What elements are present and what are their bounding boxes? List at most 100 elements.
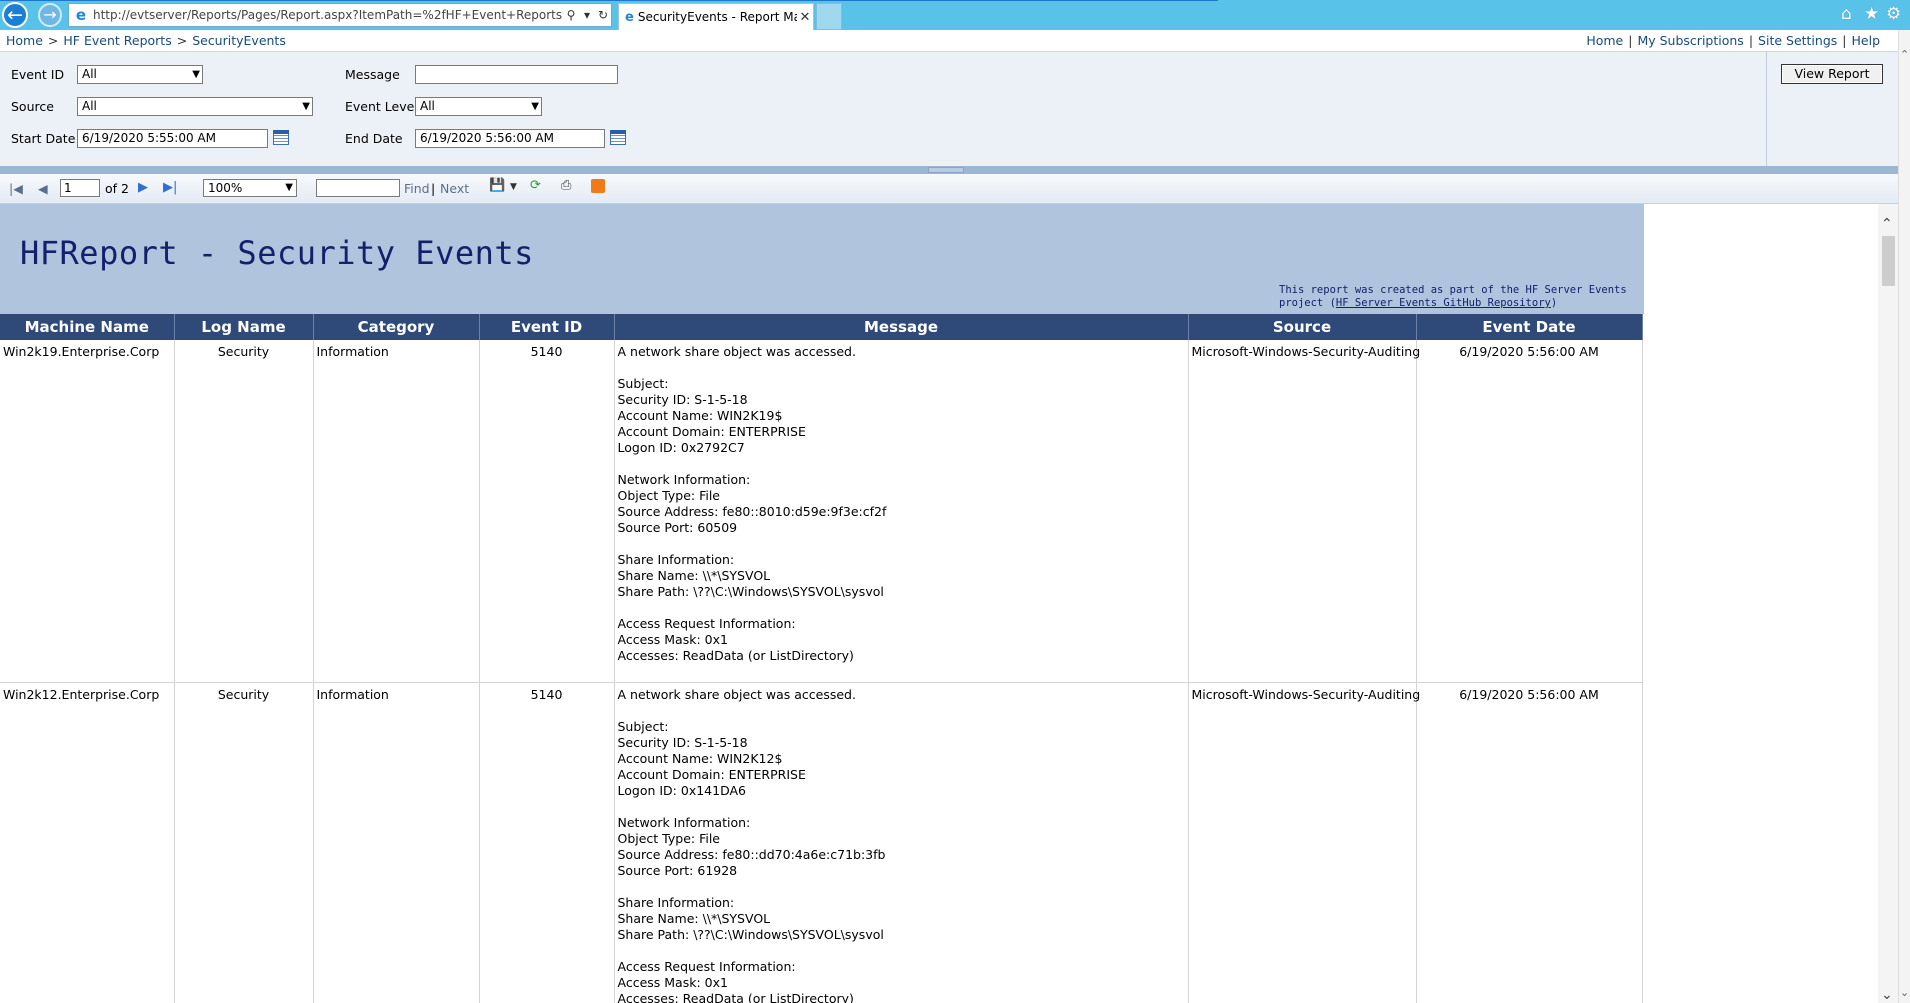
close-tab-icon[interactable]: ✕ — [797, 10, 813, 25]
message-line: Network Information: — [617, 472, 751, 487]
print-icon[interactable]: ⎙ — [561, 178, 571, 193]
favorites-star-icon[interactable]: ★ — [1864, 4, 1879, 24]
next-link[interactable]: Next — [440, 181, 469, 196]
export-dropdown-icon[interactable]: ▼ — [510, 182, 517, 192]
cell-message: A network share object was accessed. Subj… — [614, 340, 1189, 683]
message-input[interactable] — [415, 65, 618, 84]
address-bar[interactable]: e http://evtserver/Reports/Pages/Report.… — [68, 3, 612, 27]
home-icon[interactable]: ⌂ — [1841, 4, 1852, 24]
message-line: Source Address: fe80::dd70:4a6e:c71b:3fb — [617, 847, 886, 862]
cell-event-id: 5140 — [479, 682, 615, 1003]
column-header: Source — [1188, 314, 1417, 340]
message-line: Share Name: \\*\SYSVOL — [617, 568, 771, 583]
message-line: Access Request Information: — [617, 959, 796, 974]
tab-title: SecurityEvents - Report Ma... — [637, 10, 797, 24]
message-label: Message — [345, 67, 400, 82]
message-line: Network Information: — [617, 815, 751, 830]
event-id-label: Event ID — [11, 67, 65, 82]
message-line: Logon ID: 0x2792C7 — [617, 440, 745, 455]
event-level-label: Event Leve — [345, 99, 415, 114]
cell-source: Microsoft-Windows-Security-Auditing — [1188, 682, 1420, 1003]
message-line — [618, 799, 1185, 815]
find-separator: | — [431, 181, 436, 196]
breadcrumb-folder[interactable]: HF Event Reports — [63, 33, 171, 48]
report-title: HFReport - Security Events — [20, 234, 534, 272]
forward-button[interactable]: → — [38, 3, 62, 27]
zoom-select[interactable]: 100% ▼ — [203, 179, 297, 197]
scroll-thumb[interactable] — [1882, 236, 1895, 286]
find-link[interactable]: Find — [404, 181, 430, 196]
scroll-down-icon[interactable]: ⌄ — [1881, 987, 1893, 1003]
message-line: Security ID: S-1-5-18 — [617, 392, 748, 407]
cell-message: A network share object was accessed. Subj… — [614, 682, 1189, 1003]
message-line: Account Name: WIN2K19$ — [617, 408, 783, 423]
events-table: Machine Name Log Name Category Event ID … — [0, 314, 1643, 1003]
event-level-select[interactable]: All ▼ — [415, 97, 542, 116]
parameter-panel: Event ID All ▼ Message Source All ▼ Event … — [0, 51, 1898, 166]
breadcrumb: Home > HF Event Reports > SecurityEvents — [6, 33, 286, 48]
github-link[interactable]: HF Server Events GitHub Repository — [1336, 297, 1551, 309]
table-body: Win2k19.Enterprise.Corp Security Informati… — [0, 340, 1643, 1003]
message-line: Account Domain: ENTERPRISE — [617, 424, 806, 439]
view-report-panel: View Report — [1766, 52, 1899, 166]
link-site-settings[interactable]: Site Settings — [1758, 33, 1837, 48]
column-header: Message — [614, 314, 1189, 340]
column-header: Category — [313, 314, 480, 340]
message-line: A network share object was accessed. — [617, 687, 856, 702]
last-page-icon[interactable]: ▶| — [163, 180, 177, 195]
end-date-label: End Date — [345, 131, 403, 146]
table-row: Win2k12.Enterprise.Corp Security Informati… — [0, 682, 1643, 1003]
scroll-up-icon[interactable]: ⌃ — [1881, 216, 1893, 232]
new-tab-button[interactable] — [816, 3, 842, 30]
breadcrumb-current[interactable]: SecurityEvents — [192, 33, 286, 48]
column-header: Event Date — [1416, 314, 1643, 340]
link-home[interactable]: Home — [1586, 33, 1623, 48]
cell-event-id: 5140 — [479, 340, 615, 683]
page-scrollbar[interactable]: ⌃ ⌄ — [1898, 30, 1910, 1003]
message-line: Account Domain: ENTERPRISE — [617, 767, 806, 782]
dropdown-icon[interactable]: ▾ — [579, 8, 595, 22]
report-manager-header: Home > HF Event Reports > SecurityEvents Hom… — [0, 30, 1910, 50]
message-line: A network share object was accessed. — [617, 344, 856, 359]
export-save-icon[interactable]: 💾 — [489, 178, 505, 193]
search-icon[interactable]: ⚲ — [563, 8, 579, 22]
breadcrumb-home[interactable]: Home — [6, 33, 43, 48]
message-line: Source Address: fe80::8010:d59e:9f3e:cf2… — [617, 504, 887, 519]
calendar-icon[interactable] — [273, 130, 289, 145]
message-line: Source Port: 61928 — [617, 863, 738, 878]
atom-feed-icon[interactable] — [591, 179, 605, 193]
browser-tab-active[interactable]: e SecurityEvents - Report Ma... ✕ — [618, 3, 814, 30]
link-my-subscriptions[interactable]: My Subscriptions — [1637, 33, 1743, 48]
next-page-icon[interactable]: ▶ — [138, 180, 148, 195]
chevron-down-icon: ▼ — [302, 101, 310, 112]
message-line: Subject: — [617, 376, 669, 391]
back-button[interactable]: ← — [2, 2, 28, 28]
refresh-icon[interactable]: ↻ — [595, 8, 611, 22]
first-page-icon[interactable]: |◀ — [9, 181, 23, 196]
address-url[interactable]: http://evtserver/Reports/Pages/Report.as… — [93, 8, 563, 22]
collapse-handle[interactable] — [928, 167, 964, 173]
message-line: Object Type: File — [617, 831, 721, 846]
message-line: Subject: — [617, 719, 669, 734]
page-number-input[interactable]: 1 — [60, 179, 100, 197]
end-date-input[interactable]: 6/19/2020 5:56:00 AM — [415, 129, 605, 148]
view-report-button[interactable]: View Report — [1781, 64, 1883, 84]
report-scrollbar[interactable]: ⌃ ⌄ — [1878, 204, 1898, 1003]
find-input[interactable] — [316, 179, 400, 197]
scroll-up-icon[interactable]: ⌃ — [1900, 48, 1909, 61]
link-help[interactable]: Help — [1852, 33, 1881, 48]
report-viewer: HFReport - Security Events This report w… — [0, 204, 1878, 1003]
message-line: Object Type: File — [617, 488, 721, 503]
previous-page-icon[interactable]: ◀ — [38, 181, 48, 196]
calendar-icon[interactable] — [610, 130, 626, 145]
refresh-icon[interactable]: ⟳ — [530, 178, 541, 193]
start-date-input[interactable]: 6/19/2020 5:55:00 AM — [77, 129, 268, 148]
parameter-splitter[interactable] — [0, 166, 1898, 174]
source-label: Source — [11, 99, 54, 114]
settings-gear-icon[interactable]: ⚙ — [1886, 4, 1901, 24]
source-select[interactable]: All ▼ — [77, 97, 313, 116]
scroll-down-icon[interactable]: ⌄ — [1900, 986, 1909, 999]
event-id-select[interactable]: All ▼ — [77, 65, 203, 84]
cell-event-date: 6/19/2020 5:56:00 AM — [1416, 682, 1643, 1003]
message-line — [618, 360, 1185, 376]
